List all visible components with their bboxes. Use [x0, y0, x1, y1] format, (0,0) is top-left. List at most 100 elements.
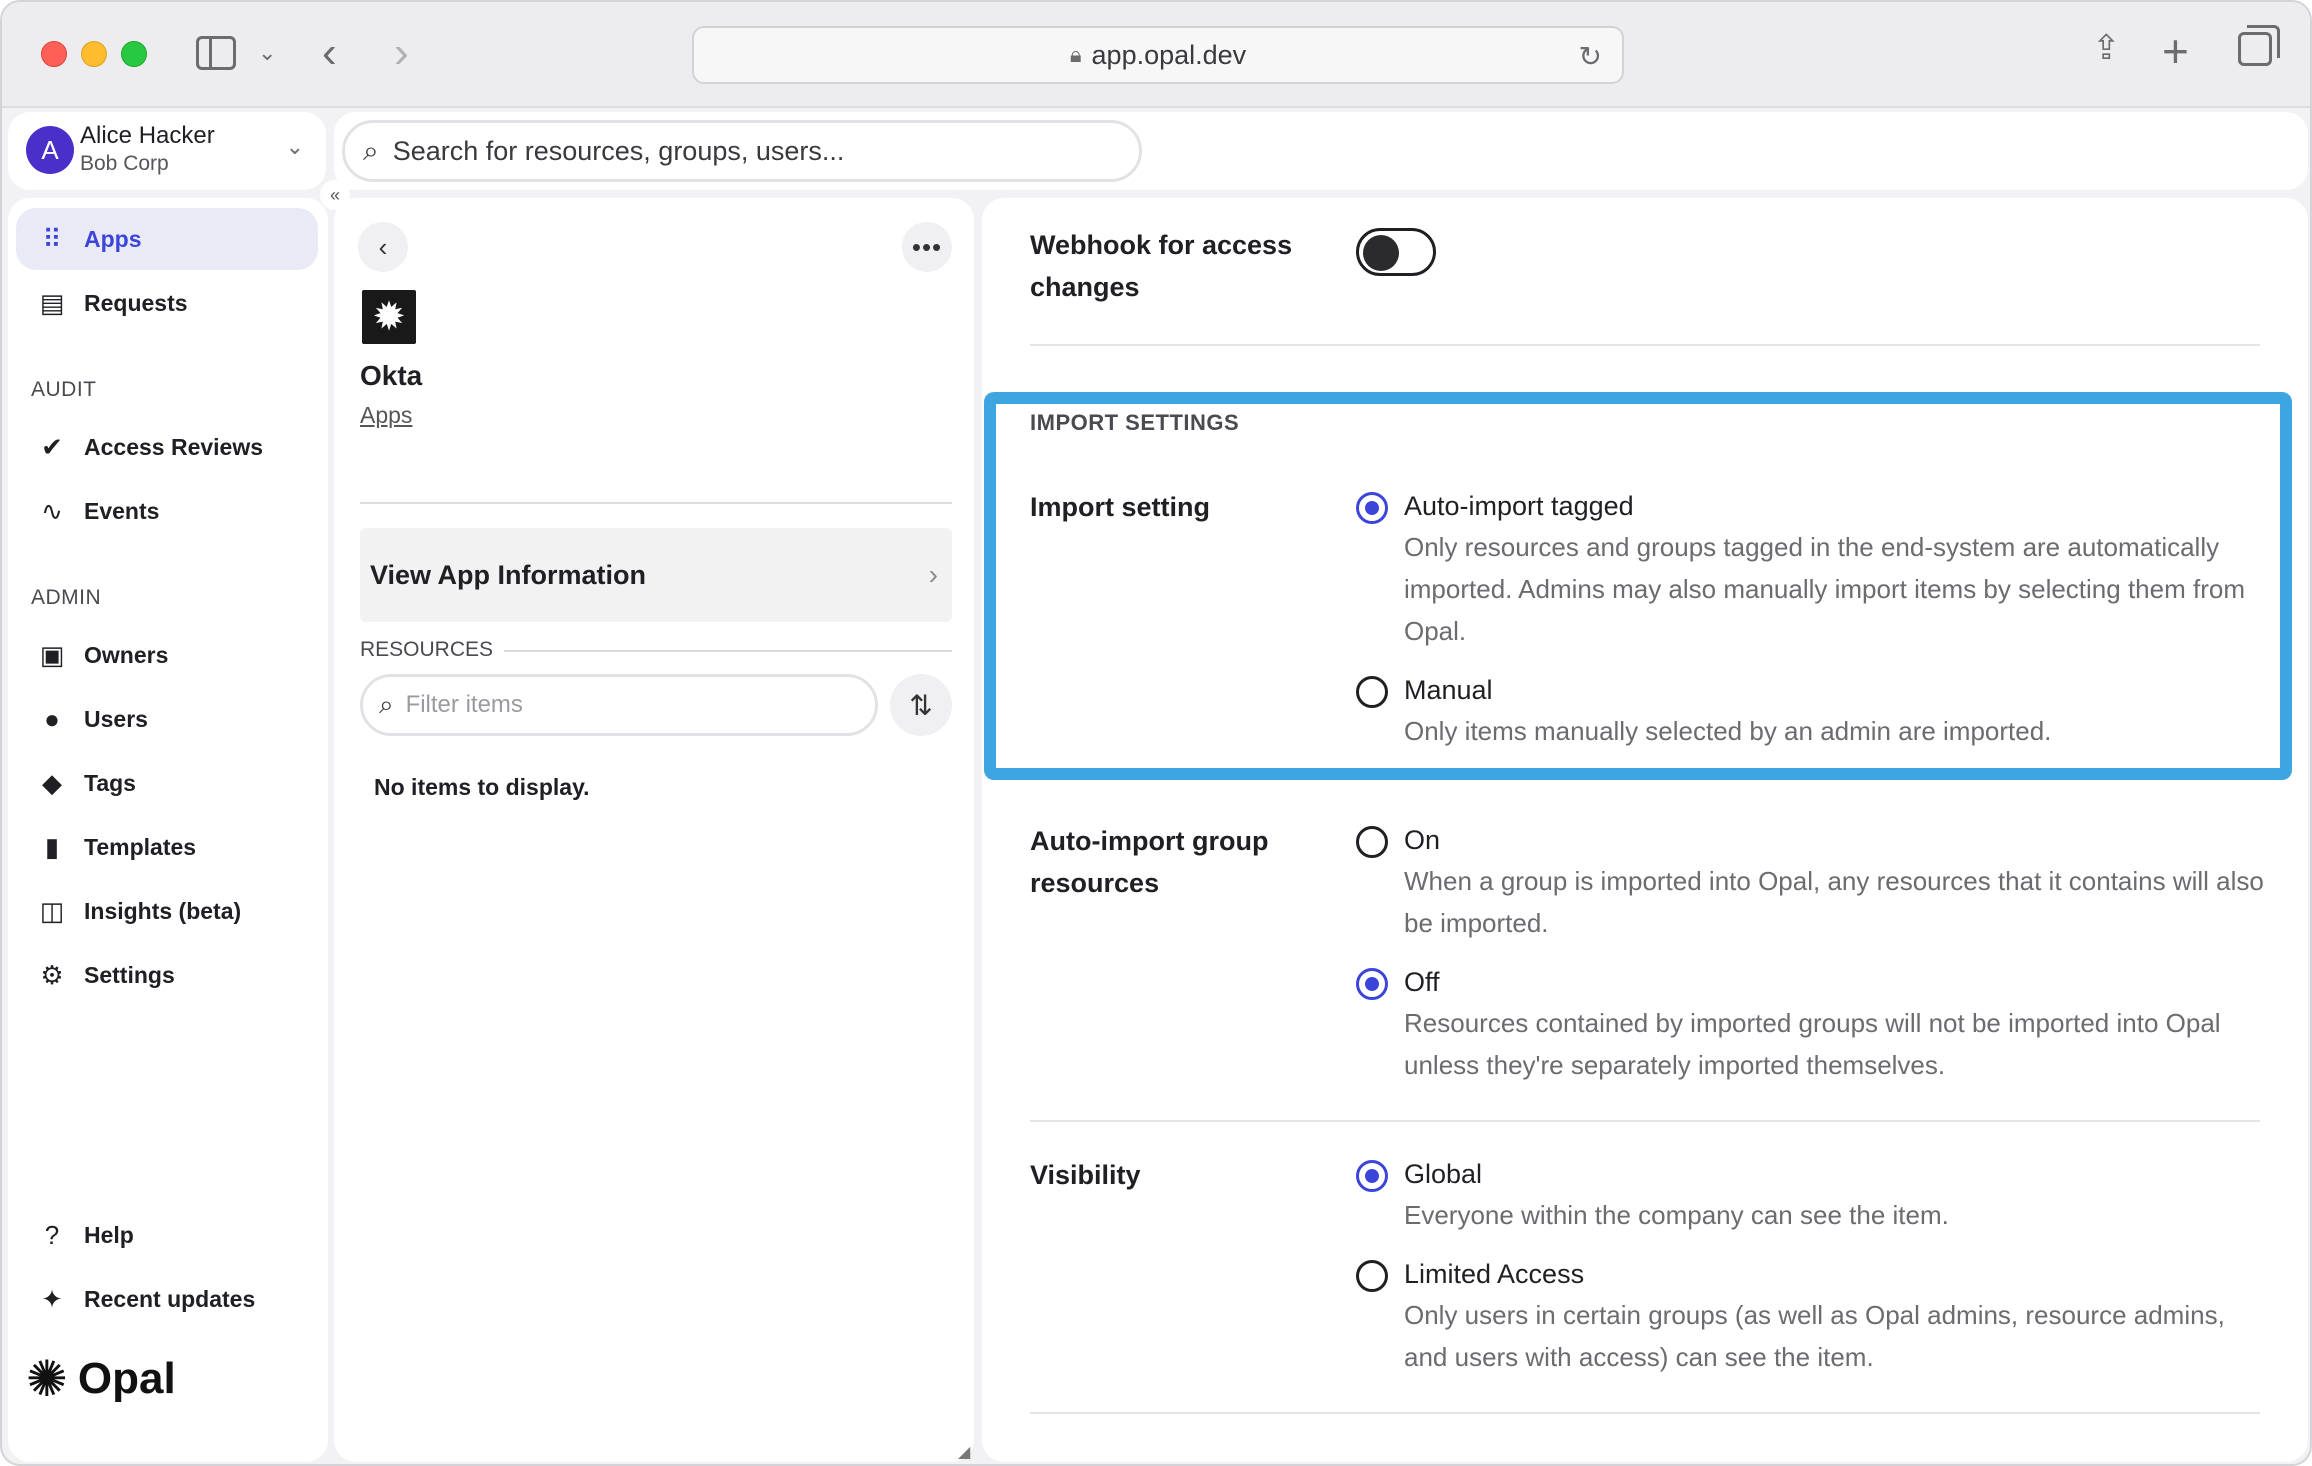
top-search-bar: ⌕ Search for resources, groups, users... [334, 112, 2308, 190]
sidebar-item-owners[interactable]: ▣ Owners [16, 624, 318, 686]
minimize-window-button[interactable] [81, 41, 107, 67]
section-audit: AUDIT [31, 378, 97, 401]
radio-visibility-global[interactable] [1356, 1160, 1388, 1192]
option-description: Resources contained by imported groups w… [1404, 1008, 2221, 1080]
browser-window: ⌄ ‹ › 🔒︎ app.opal.dev ↻ ⇪ + A Alice Hack… [0, 0, 2312, 1466]
chevron-down-icon[interactable]: ⌄ [258, 40, 276, 66]
webhook-toggle[interactable] [1356, 228, 1436, 276]
sort-button[interactable]: ⇅ [890, 674, 952, 736]
user-icon: ● [44, 703, 60, 734]
zoom-window-button[interactable] [121, 41, 147, 67]
insights-icon: ◫ [39, 895, 65, 926]
search-icon: ⌕ [379, 689, 394, 719]
sidebar-item-tags[interactable]: ◆ Tags [16, 752, 318, 814]
check-circle-icon: ✔ [41, 431, 63, 462]
share-icon[interactable]: ⇪ [2092, 28, 2121, 68]
avatar: A [26, 126, 74, 174]
empty-state: No items to display. [374, 774, 590, 800]
user-switcher[interactable]: A Alice Hacker Bob Corp ⌄ [8, 112, 326, 190]
activity-icon: ∿ [41, 495, 63, 526]
search-icon: ⌕ [363, 134, 379, 166]
option-label: Auto-import tagged [1404, 491, 1634, 521]
option-description: Only resources and groups tagged in the … [1404, 532, 2245, 646]
close-window-button[interactable] [41, 41, 67, 67]
auto-import-group-label: Auto-import group resources [1030, 826, 1269, 898]
sidebar-item-users[interactable]: ● Users [16, 688, 318, 750]
option-label: Off [1404, 967, 1440, 997]
sidebar-item-templates[interactable]: ▮ Templates [16, 816, 318, 878]
sidebar-item-events[interactable]: ∿ Events [16, 480, 318, 542]
search-placeholder: Search for resources, groups, users... [392, 135, 845, 166]
resize-handle-icon[interactable]: ◢ [958, 1442, 970, 1462]
import-settings-heading: IMPORT SETTINGS [1030, 410, 1240, 435]
clipboard-icon: ▮ [44, 831, 60, 862]
tag-icon: ◆ [42, 767, 62, 798]
filter-placeholder: Filter items [405, 691, 523, 718]
search-input[interactable]: ⌕ Search for resources, groups, users... [342, 120, 1142, 182]
opal-logo[interactable]: ✺ Opal [26, 1350, 176, 1408]
import-setting-label: Import setting [1030, 492, 1210, 522]
sidebar-item-access-reviews[interactable]: ✔ Access Reviews [16, 416, 318, 478]
radio-auto-import-off[interactable] [1356, 968, 1388, 1000]
divider [360, 502, 952, 504]
divider [1030, 1120, 2260, 1122]
radio-auto-import-on[interactable] [1356, 826, 1388, 858]
owner-icon: ▣ [39, 639, 65, 670]
option-label: Manual [1404, 675, 1493, 705]
address-bar[interactable]: 🔒︎ app.opal.dev ↻ [692, 26, 1624, 84]
inbox-icon: ▤ [39, 287, 65, 318]
breadcrumb-apps-link[interactable]: Apps [360, 402, 412, 429]
app-panel: ‹ ••• ✹ Okta Apps View App Information ›… [334, 198, 974, 1462]
webhook-label: Webhook for access changes [1030, 230, 1293, 302]
grid-icon: ⠿ [42, 223, 62, 254]
sidebar-item-insights[interactable]: ◫ Insights (beta) [16, 880, 318, 942]
new-tab-icon[interactable]: + [2162, 24, 2189, 78]
reload-icon[interactable]: ↻ [1579, 40, 1602, 73]
gear-icon: ⚙ [40, 959, 64, 990]
more-options-button[interactable]: ••• [902, 222, 952, 272]
opal-logo-icon: ✺ [26, 1351, 68, 1407]
url-text: app.opal.dev [1091, 39, 1247, 70]
back-button[interactable]: ‹ [358, 222, 408, 272]
chevron-right-icon: › [928, 559, 938, 590]
option-description: When a group is imported into Opal, any … [1404, 866, 2264, 938]
option-description: Only users in certain groups (as well as… [1404, 1300, 2225, 1372]
filter-items-input[interactable]: ⌕ Filter items [360, 674, 878, 736]
visibility-label: Visibility [1030, 1160, 1141, 1190]
sidebar-item-apps[interactable]: ⠿ Apps [16, 208, 318, 270]
help-icon: ? [44, 1219, 60, 1250]
section-admin: ADMIN [31, 586, 102, 609]
sidebar-item-requests[interactable]: ▤ Requests [16, 272, 318, 334]
sidebar-item-settings[interactable]: ⚙ Settings [16, 944, 318, 1006]
okta-logo-icon: ✹ [362, 290, 416, 344]
option-label: Limited Access [1404, 1259, 1585, 1289]
divider [1030, 344, 2260, 346]
back-arrow-icon[interactable]: ‹ [322, 28, 337, 78]
divider [1030, 1412, 2260, 1414]
forward-arrow-icon[interactable]: › [394, 28, 409, 78]
sidebar-item-recent-updates[interactable]: ✦ Recent updates [16, 1268, 318, 1330]
sparkle-icon: ✦ [41, 1283, 63, 1314]
sidebar-item-help[interactable]: ? Help [16, 1204, 318, 1266]
option-description: Everyone within the company can see the … [1404, 1200, 1949, 1230]
user-org: Bob Corp [80, 152, 169, 175]
app-title: Okta [360, 360, 423, 391]
lock-icon: 🔒︎ [1069, 42, 1082, 67]
resources-heading: RESOURCES [360, 638, 494, 661]
tab-overview-icon[interactable] [2238, 25, 2280, 66]
option-description: Only items manually selected by an admin… [1404, 716, 2052, 746]
chevron-down-icon: ⌄ [285, 134, 304, 159]
browser-titlebar: ⌄ ‹ › 🔒︎ app.opal.dev ↻ ⇪ + [2, 2, 2310, 108]
toggle-knob [1363, 235, 1399, 271]
settings-panel: Webhook for access changes IMPORT SETTIN… [982, 198, 2308, 1462]
radio-manual[interactable] [1356, 676, 1388, 708]
option-label: On [1404, 825, 1441, 855]
radio-auto-import-tagged[interactable] [1356, 492, 1388, 524]
sidebar-toggle-icon[interactable] [196, 36, 236, 70]
user-name: Alice Hacker [80, 122, 215, 149]
option-label: Global [1404, 1159, 1483, 1189]
radio-visibility-limited[interactable] [1356, 1260, 1388, 1292]
view-app-information-button[interactable]: View App Information › [360, 528, 952, 622]
divider [504, 650, 952, 652]
sidebar: ⠿ Apps ▤ Requests AUDIT ✔ Access Reviews… [8, 198, 328, 1462]
